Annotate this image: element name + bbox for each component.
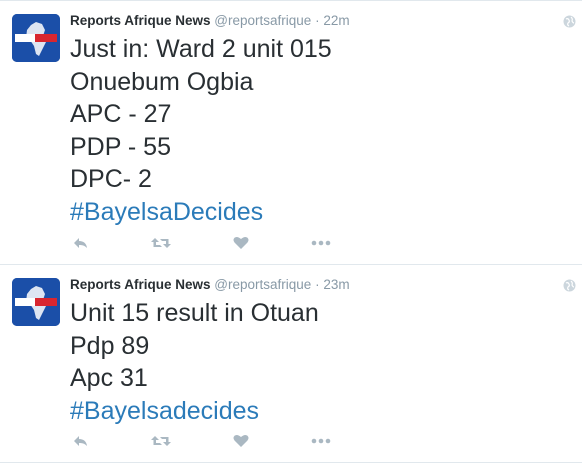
tweet-timestamp[interactable]: 22m <box>323 13 349 28</box>
tweet-timeline: Reports Afrique News @reportsafrique · 2… <box>0 0 582 465</box>
tweet-actions <box>70 431 340 451</box>
author-name[interactable]: Reports Afrique News <box>70 13 211 28</box>
tweet-actions <box>70 233 340 253</box>
tweet[interactable]: Reports Afrique News @reportsafrique · 2… <box>0 265 582 463</box>
tweet-line: PDP - 55 <box>70 132 171 161</box>
globe-icon <box>563 15 576 28</box>
hashtag-link[interactable]: #Bayelsadecides <box>70 395 319 428</box>
tweet-line: Just in: Ward 2 unit 015 <box>70 35 332 63</box>
hashtag-link[interactable]: #BayelsaDecides <box>70 196 332 229</box>
globe-icon <box>563 279 576 292</box>
heart-icon[interactable] <box>232 233 250 253</box>
tweet-header: Reports Afrique News @reportsafrique · 2… <box>70 277 350 293</box>
tweet[interactable]: Reports Afrique News @reportsafrique · 2… <box>0 0 582 265</box>
reports-afrique-logo-icon <box>12 278 60 326</box>
tweet-line: Apc 31 <box>70 364 148 392</box>
reply-icon[interactable] <box>72 431 90 451</box>
tweet-text: Just in: Ward 2 unit 015 Onuebum Ogbia A… <box>70 33 332 228</box>
avatar[interactable] <box>12 14 60 62</box>
tweet-line: APC - 27 <box>70 100 172 128</box>
reply-icon[interactable] <box>72 233 90 253</box>
tweet-line: Pdp 89 <box>70 331 150 360</box>
retweet-icon[interactable] <box>150 233 172 253</box>
tweet-line: Unit 15 result in Otuan <box>70 299 319 327</box>
separator-dot: · <box>315 277 320 292</box>
author-handle[interactable]: @reportsafrique <box>214 277 311 292</box>
tweet-text: Unit 15 result in Otuan Pdp 89 Apc 31 #B… <box>70 297 319 427</box>
separator-dot: · <box>315 13 320 28</box>
author-name[interactable]: Reports Afrique News <box>70 277 211 292</box>
tweet-header: Reports Afrique News @reportsafrique · 2… <box>70 13 350 29</box>
tweet-line: DPC- 2 <box>70 165 152 193</box>
more-icon[interactable] <box>310 233 332 253</box>
tweet-line: Onuebum Ogbia <box>70 67 254 96</box>
more-icon[interactable] <box>310 431 332 451</box>
author-handle[interactable]: @reportsafrique <box>214 13 311 28</box>
heart-icon[interactable] <box>232 431 250 451</box>
tweet-timestamp[interactable]: 23m <box>323 277 349 292</box>
reports-afrique-logo-icon <box>12 14 60 62</box>
retweet-icon[interactable] <box>150 431 172 451</box>
avatar[interactable] <box>12 278 60 326</box>
